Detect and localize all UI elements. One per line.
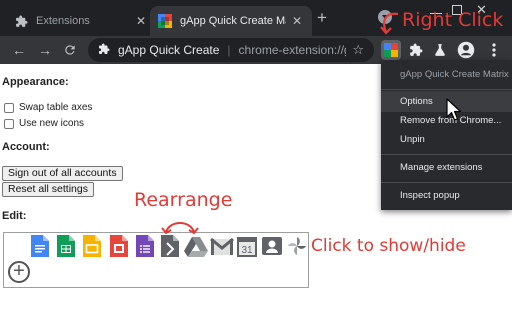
gapp-extension-button[interactable] <box>381 40 401 60</box>
account-heading: Account: <box>2 141 50 153</box>
tab-label: gApp Quick Create Ma <box>180 15 286 27</box>
site-name: gApp Quick Create <box>118 43 220 57</box>
contacts-icon[interactable] <box>262 235 282 257</box>
extensions-puzzle-icon[interactable] <box>406 40 426 60</box>
google-slides-icon[interactable] <box>83 235 101 257</box>
swap-axes-checkbox[interactable] <box>4 102 14 113</box>
google-forms-icon[interactable] <box>136 235 154 257</box>
new-tab-button[interactable]: + <box>314 9 330 26</box>
photos-icon[interactable] <box>287 235 307 257</box>
sign-out-button[interactable]: Sign out of all accounts <box>2 166 123 181</box>
rearrange-arrows-icon <box>161 222 199 235</box>
calendar-date-text: 31 <box>241 245 253 256</box>
swap-axes-option[interactable]: Swap table axes <box>4 102 92 113</box>
flask-icon[interactable] <box>430 40 450 60</box>
app-icons-editor: 31 + <box>3 232 309 288</box>
extension-context-menu: gApp Quick Create Matrix Options Remove … <box>381 60 512 210</box>
close-tab-icon[interactable]: ✕ <box>290 14 304 28</box>
puzzle-icon <box>14 14 28 28</box>
right-click-arrow-icon <box>380 12 399 35</box>
calendar-icon[interactable]: 31 <box>237 235 257 257</box>
add-app-button[interactable]: + <box>8 261 30 283</box>
right-click-annotation: Right Click <box>402 9 504 31</box>
new-icons-label: Use new icons <box>19 118 85 129</box>
url-separator: | <box>227 43 231 57</box>
tab-label: Extensions <box>36 15 90 27</box>
new-icons-checkbox[interactable] <box>4 118 14 129</box>
google-docs-icon[interactable] <box>31 235 49 257</box>
reload-icon[interactable] <box>61 41 79 59</box>
google-drive-icon[interactable] <box>184 235 208 257</box>
url-text: chrome-extension://gic <box>238 43 347 57</box>
jamboard-icon[interactable] <box>110 235 128 257</box>
menu-divider <box>381 154 512 155</box>
address-bar[interactable]: gApp Quick Create | chrome-extension://g… <box>88 38 374 62</box>
google-sheets-icon[interactable] <box>57 235 75 257</box>
gapp-icon <box>158 14 172 28</box>
swap-axes-label: Swap table axes <box>19 102 93 113</box>
appearance-heading: Appearance: <box>2 76 69 88</box>
close-tab-icon[interactable]: ✕ <box>134 14 148 28</box>
show-hide-annotation: Click to show/hide <box>311 236 466 256</box>
tab-extensions[interactable]: Extensions ✕ <box>6 6 156 36</box>
profile-avatar-icon[interactable] <box>456 40 476 60</box>
puzzle-icon <box>98 43 110 58</box>
gray-doc-icon[interactable] <box>161 235 179 257</box>
bookmark-star-icon[interactable]: ☆ <box>352 42 364 58</box>
menu-item-manage-extensions[interactable]: Manage extensions <box>381 157 512 178</box>
more-menu-icon[interactable] <box>484 40 504 60</box>
edit-heading: Edit: <box>2 210 27 222</box>
new-icons-option[interactable]: Use new icons <box>4 118 84 129</box>
forward-icon[interactable]: → <box>36 41 54 59</box>
reset-settings-button[interactable]: Reset all settings <box>2 182 94 197</box>
tab-gapp-options[interactable]: gApp Quick Create Ma ✕ <box>150 6 312 36</box>
menu-divider <box>381 182 512 183</box>
rearrange-annotation: Rearrange <box>134 189 233 211</box>
back-icon[interactable]: ← <box>10 41 28 59</box>
menu-item-unpin[interactable]: Unpin <box>381 129 512 150</box>
menu-header-extension-name[interactable]: gApp Quick Create Matrix <box>381 64 512 85</box>
menu-divider <box>381 89 512 90</box>
menu-item-inspect-popup[interactable]: Inspect popup <box>381 185 512 206</box>
mouse-cursor-icon <box>446 98 462 121</box>
gmail-icon[interactable] <box>210 235 234 257</box>
